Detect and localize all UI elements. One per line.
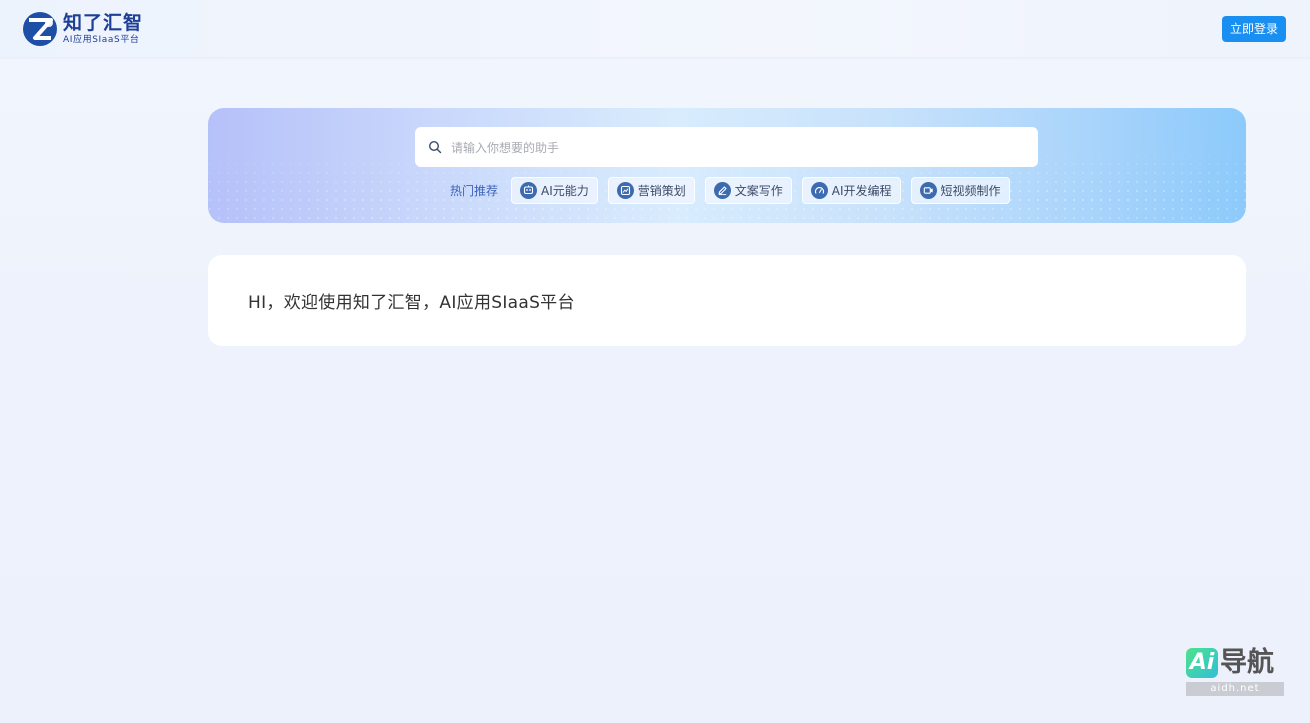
hot-recommend-row: 热门推荐 AI元能力 营销策划 文案写作 AI开发编程 短视频制作 xyxy=(450,177,1020,204)
tag-short-video[interactable]: 短视频制作 xyxy=(910,177,1010,204)
tag-label: AI元能力 xyxy=(541,184,589,198)
tag-label: 营销策划 xyxy=(637,184,686,198)
watermark-site: aidh.net xyxy=(1186,682,1284,696)
tag-ai-capability[interactable]: AI元能力 xyxy=(511,177,598,204)
logo-mark-icon xyxy=(23,12,57,46)
login-button[interactable]: 立即登录 xyxy=(1222,16,1286,42)
watermark-badge: Ai xyxy=(1186,648,1218,678)
aidh-watermark: Ai 导航 aidh.net xyxy=(1186,648,1286,700)
tag-ai-dev[interactable]: AI开发编程 xyxy=(801,177,901,204)
robot-icon xyxy=(520,182,538,199)
brand-logo[interactable]: 知了汇智 AI应用SIaaS平台 xyxy=(22,11,143,47)
search-input[interactable] xyxy=(449,127,1033,169)
welcome-card: HI，欢迎使用知了汇智，AI应用SIaaS平台 xyxy=(208,255,1246,346)
chart-icon xyxy=(616,182,634,199)
pen-icon xyxy=(713,182,731,199)
search-banner: 热门推荐 AI元能力 营销策划 文案写作 AI开发编程 xyxy=(208,108,1246,223)
code-icon xyxy=(810,182,828,199)
tag-label: 文案写作 xyxy=(734,184,783,198)
search-icon xyxy=(428,140,442,154)
tag-label: AI开发编程 xyxy=(831,184,892,198)
logo-subtitle: AI应用SIaaS平台 xyxy=(63,34,140,45)
video-icon xyxy=(919,182,937,199)
tag-label: 短视频制作 xyxy=(940,184,1001,198)
welcome-message: HI，欢迎使用知了汇智，AI应用SIaaS平台 xyxy=(248,293,575,313)
search-box[interactable] xyxy=(415,127,1038,169)
logo-title: 知了汇智 xyxy=(63,11,144,34)
top-header: 知了汇智 AI应用SIaaS平台 立即登录 xyxy=(0,0,1310,57)
watermark-name: 导航 xyxy=(1220,647,1274,678)
hot-recommend-label: 热门推荐 xyxy=(450,184,499,198)
tag-copywriting[interactable]: 文案写作 xyxy=(704,177,792,204)
tag-marketing[interactable]: 营销策划 xyxy=(607,177,695,204)
